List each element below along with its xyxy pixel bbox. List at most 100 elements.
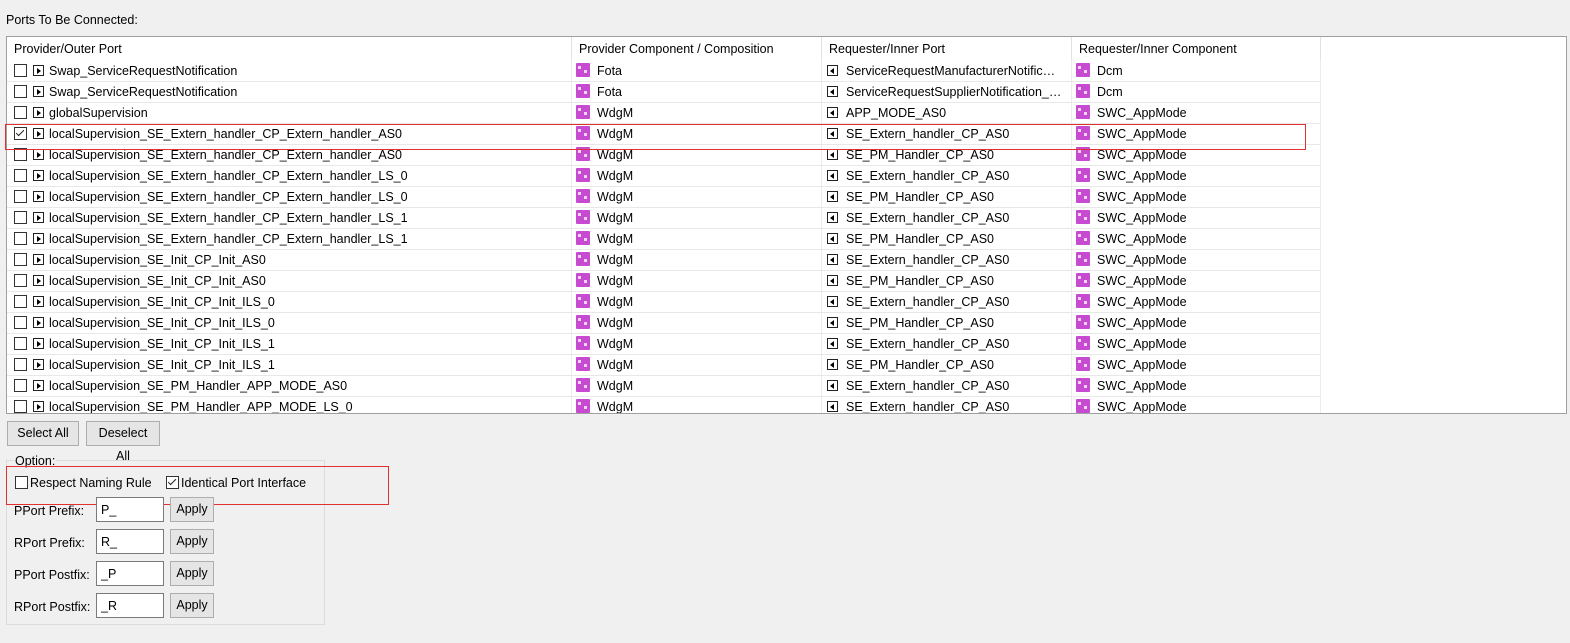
identical-port-interface-checkbox[interactable] (166, 476, 179, 489)
rport-prefix-apply-button[interactable]: Apply (170, 529, 214, 554)
ports-table[interactable]: Provider/Outer Port Provider Component /… (6, 36, 1567, 414)
provider-component-cell: WdgM (572, 313, 822, 333)
provider-port-icon (33, 254, 44, 265)
requester-component-cell: SWC_AppMode (1072, 355, 1321, 375)
requester-component-cell: SWC_AppMode (1072, 313, 1321, 333)
table-row[interactable]: localSupervision_SE_Extern_handler_CP_Ex… (7, 145, 1321, 166)
requester-port-name: SE_Extern_handler_CP_AS0 (846, 127, 1010, 141)
requester-port-name: ServiceRequestManufacturerNotific… (846, 64, 1056, 78)
column-header-provider-port[interactable]: Provider/Outer Port (7, 37, 572, 61)
requester-port-icon (827, 317, 838, 328)
table-row[interactable]: localSupervision_SE_Extern_handler_CP_Ex… (7, 166, 1321, 187)
provider-port-cell: localSupervision_SE_Extern_handler_CP_Ex… (7, 187, 572, 207)
requester-component-cell: SWC_AppMode (1072, 271, 1321, 291)
rport-postfix-input[interactable] (96, 593, 164, 618)
respect-naming-rule-label[interactable]: Respect Naming Rule (30, 476, 152, 490)
table-row[interactable]: Swap_ServiceRequestNotification Fota Servi… (7, 61, 1321, 82)
component-icon (1076, 378, 1090, 392)
requester-port-name: SE_Extern_handler_CP_AS0 (846, 211, 1010, 225)
provider-component-name: WdgM (597, 190, 634, 204)
row-checkbox[interactable] (14, 211, 27, 224)
table-row[interactable]: localSupervision_SE_Init_CP_Init_ILS_0 Wd… (7, 313, 1321, 334)
table-row[interactable]: Swap_ServiceRequestNotification Fota Servi… (7, 82, 1321, 103)
table-row[interactable]: localSupervision_SE_Init_CP_Init_ILS_1 Wd… (7, 334, 1321, 355)
provider-component-name: WdgM (597, 127, 634, 141)
row-checkbox[interactable] (14, 64, 27, 77)
provider-component-cell: WdgM (572, 103, 822, 123)
pport-prefix-apply-button[interactable]: Apply (170, 497, 214, 522)
deselect-all-button[interactable]: Deselect All (86, 421, 160, 463)
component-icon (1076, 399, 1090, 413)
provider-port-name: localSupervision_SE_Init_CP_Init_ILS_0 (49, 295, 275, 309)
requester-component-name: SWC_AppMode (1097, 358, 1187, 372)
identical-port-interface-label[interactable]: Identical Port Interface (181, 476, 306, 490)
row-checkbox[interactable] (14, 106, 27, 119)
ports-section-label: Ports To Be Connected: (6, 13, 138, 27)
requester-port-name: SE_PM_Handler_CP_AS0 (846, 316, 994, 330)
component-icon (1076, 294, 1090, 308)
row-checkbox[interactable] (14, 358, 27, 371)
requester-port-cell: SE_Extern_handler_CP_AS0 (822, 166, 1072, 186)
table-row[interactable]: localSupervision_SE_Init_CP_Init_AS0 WdgM… (7, 271, 1321, 292)
row-checkbox[interactable] (14, 337, 27, 350)
row-checkbox[interactable] (14, 379, 27, 392)
table-row[interactable]: globalSupervision WdgM APP_MODE_AS0 SWC_App… (7, 103, 1321, 124)
select-all-button[interactable]: Select All (7, 421, 79, 446)
row-checkbox[interactable] (14, 274, 27, 287)
row-checkbox[interactable] (14, 190, 27, 203)
column-header-requester-port[interactable]: Requester/Inner Port (822, 37, 1072, 61)
requester-component-name: SWC_AppMode (1097, 106, 1187, 120)
component-icon (1076, 126, 1090, 140)
row-checkbox[interactable] (14, 169, 27, 182)
table-row[interactable]: localSupervision_SE_Init_CP_Init_AS0 WdgM… (7, 250, 1321, 271)
requester-port-cell: SE_PM_Handler_CP_AS0 (822, 271, 1072, 291)
table-row[interactable]: localSupervision_SE_PM_Handler_APP_MODE_… (7, 397, 1321, 413)
provider-component-cell: Fota (572, 61, 822, 81)
requester-component-name: SWC_AppMode (1097, 337, 1187, 351)
component-icon (1076, 168, 1090, 182)
table-row[interactable]: localSupervision_SE_Init_CP_Init_ILS_0 Wd… (7, 292, 1321, 313)
requester-port-cell: SE_PM_Handler_CP_AS0 (822, 355, 1072, 375)
provider-component-name: WdgM (597, 253, 634, 267)
provider-component-name: WdgM (597, 295, 634, 309)
row-checkbox[interactable] (14, 127, 27, 140)
row-checkbox[interactable] (14, 316, 27, 329)
row-checkbox[interactable] (14, 85, 27, 98)
provider-component-cell: WdgM (572, 397, 822, 413)
provider-port-icon (33, 149, 44, 160)
requester-port-name: SE_Extern_handler_CP_AS0 (846, 295, 1010, 309)
component-icon (576, 294, 590, 308)
respect-naming-rule-checkbox[interactable] (15, 476, 28, 489)
rport-prefix-input[interactable] (96, 529, 164, 554)
component-icon (576, 63, 590, 77)
provider-port-name: localSupervision_SE_Init_CP_Init_AS0 (49, 253, 266, 267)
row-checkbox[interactable] (14, 148, 27, 161)
table-row[interactable]: localSupervision_SE_PM_Handler_APP_MODE_… (7, 376, 1321, 397)
pport-postfix-apply-button[interactable]: Apply (170, 561, 214, 586)
table-row[interactable]: localSupervision_SE_Init_CP_Init_ILS_1 Wd… (7, 355, 1321, 376)
table-row[interactable]: localSupervision_SE_Extern_handler_CP_Ex… (7, 208, 1321, 229)
requester-component-name: SWC_AppMode (1097, 316, 1187, 330)
requester-port-icon (827, 170, 838, 181)
rport-postfix-apply-button[interactable]: Apply (170, 593, 214, 618)
requester-port-name: SE_PM_Handler_CP_AS0 (846, 358, 994, 372)
requester-port-cell: SE_Extern_handler_CP_AS0 (822, 250, 1072, 270)
pport-prefix-input[interactable] (96, 497, 164, 522)
table-row[interactable]: localSupervision_SE_Extern_handler_CP_Ex… (7, 187, 1321, 208)
pport-postfix-input[interactable] (96, 561, 164, 586)
table-row[interactable]: localSupervision_SE_Extern_handler_CP_Ex… (7, 229, 1321, 250)
column-header-provider-component[interactable]: Provider Component / Composition (572, 37, 822, 61)
provider-port-cell: localSupervision_SE_Init_CP_Init_AS0 (7, 271, 572, 291)
row-checkbox[interactable] (14, 295, 27, 308)
component-icon (576, 273, 590, 287)
row-checkbox[interactable] (14, 232, 27, 245)
component-icon (1076, 189, 1090, 203)
row-checkbox[interactable] (14, 400, 27, 413)
requester-port-cell: APP_MODE_AS0 (822, 103, 1072, 123)
requester-port-name: ServiceRequestSupplierNotification_… (846, 85, 1062, 99)
table-row[interactable]: localSupervision_SE_Extern_handler_CP_Ex… (7, 124, 1321, 145)
requester-component-name: SWC_AppMode (1097, 379, 1187, 393)
row-checkbox[interactable] (14, 253, 27, 266)
column-header-requester-component[interactable]: Requester/Inner Component (1072, 37, 1321, 61)
provider-port-icon (33, 233, 44, 244)
